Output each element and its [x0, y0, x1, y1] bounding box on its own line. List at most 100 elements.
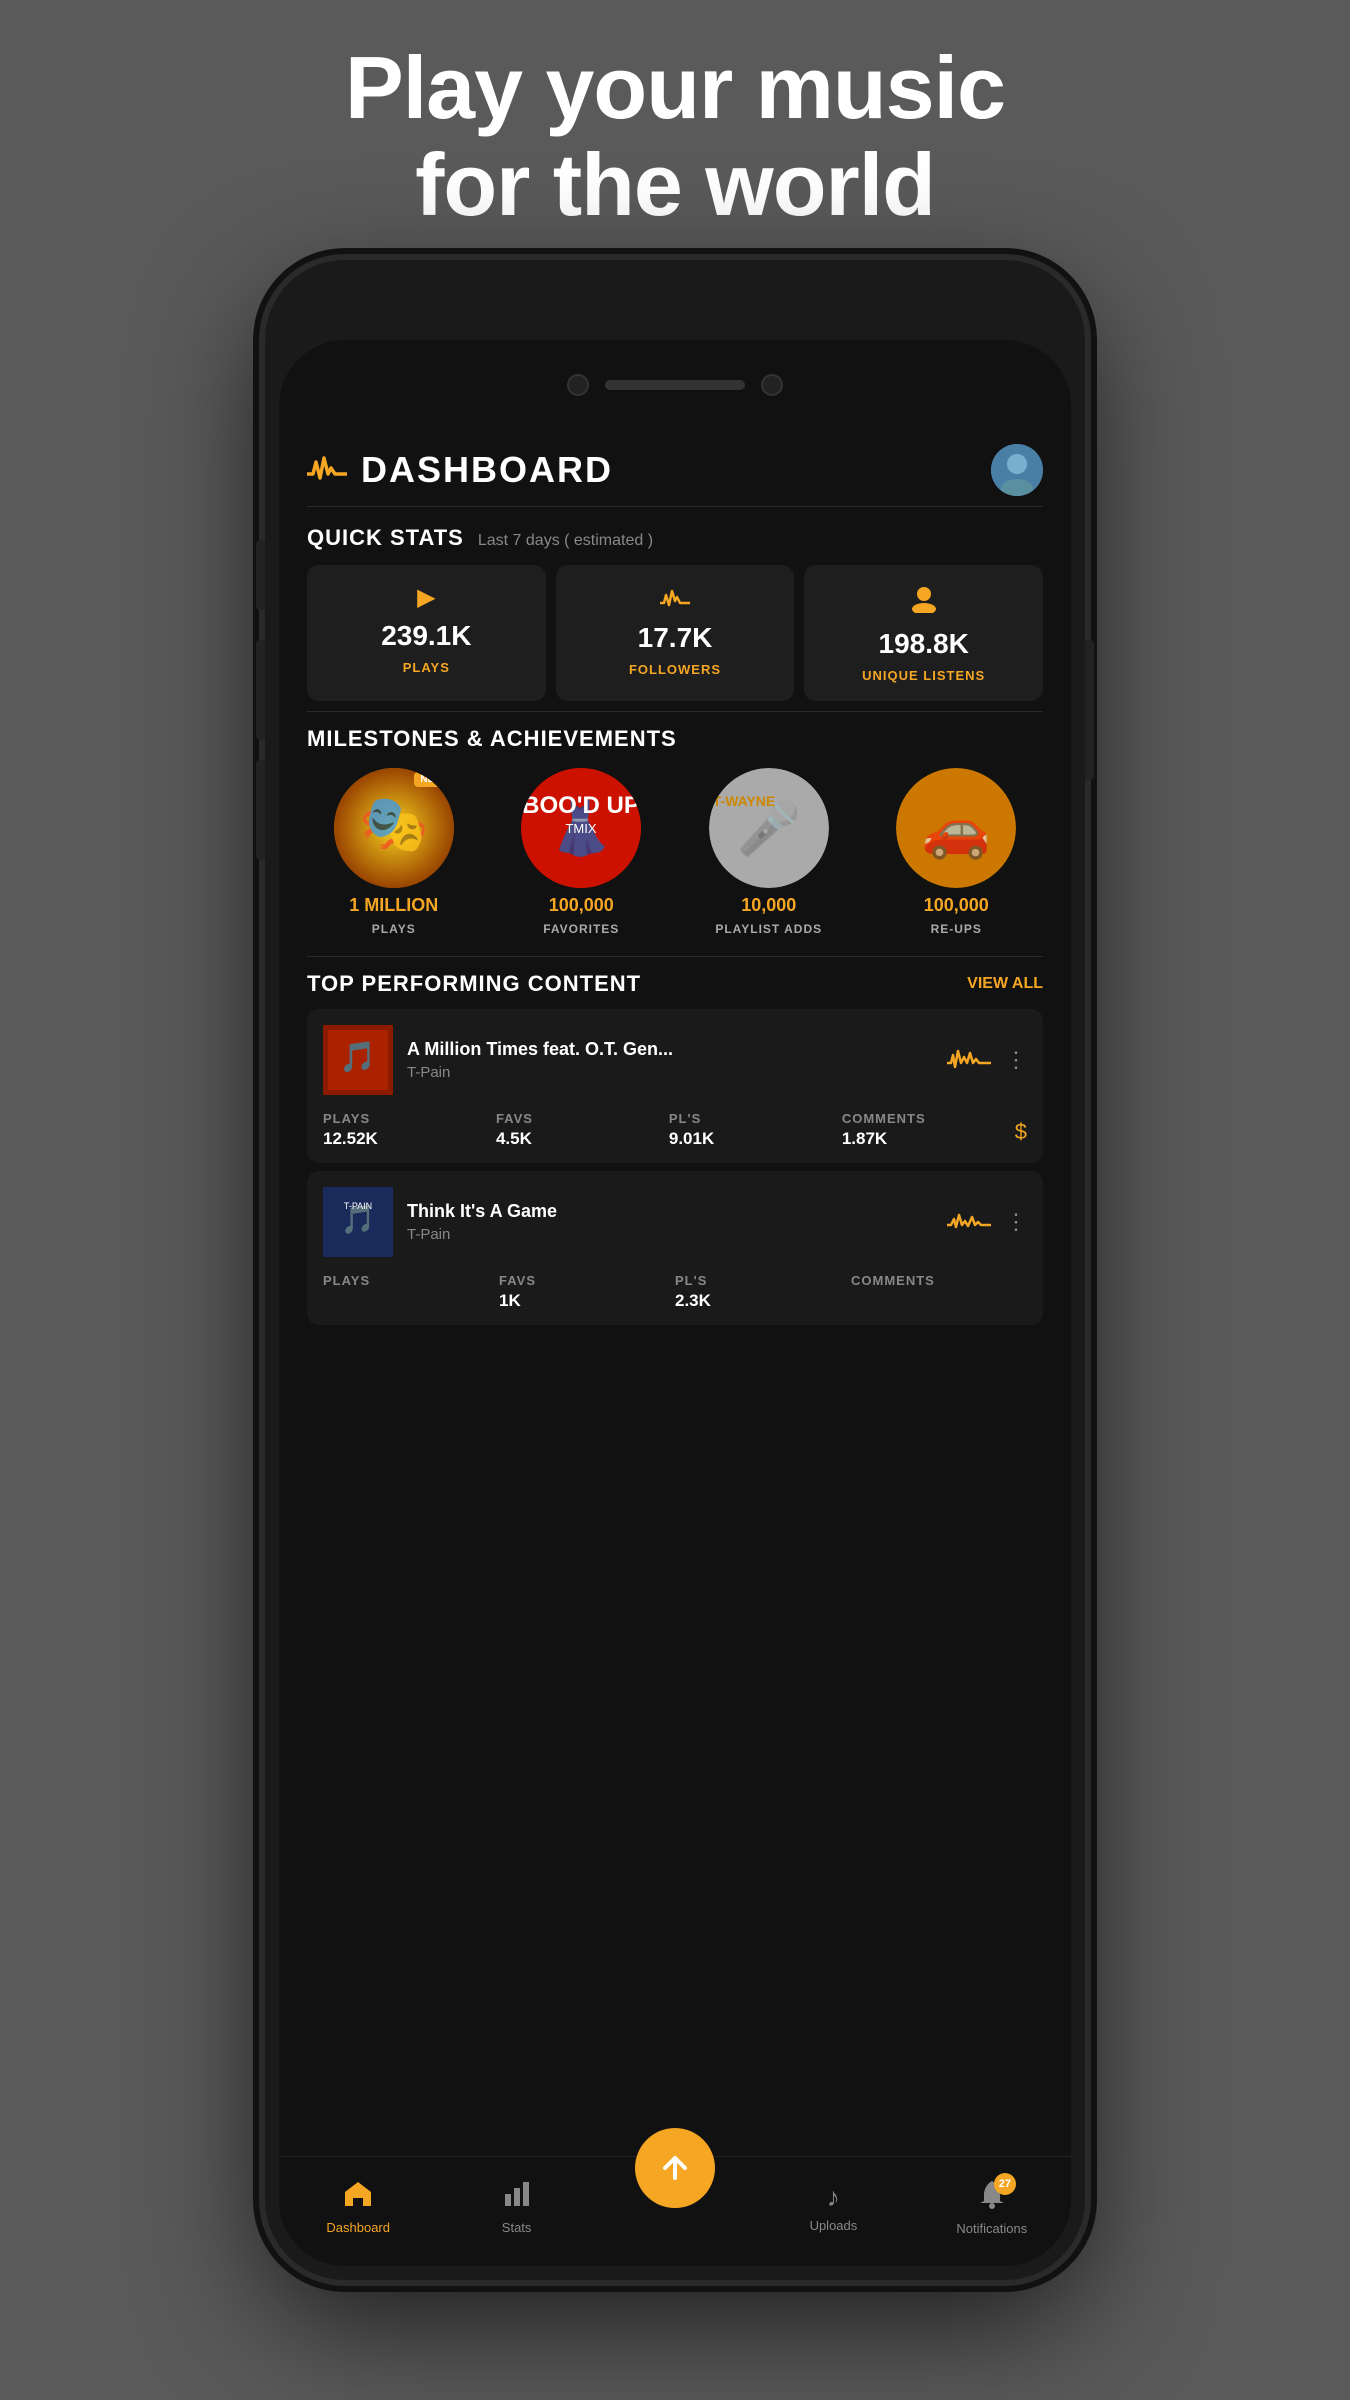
- app-header: DASHBOARD: [279, 430, 1071, 506]
- play-icon: ▶: [417, 583, 435, 612]
- milestone-3-value: 10,000: [741, 896, 796, 914]
- hero-line1: Play your music: [0, 40, 1350, 137]
- plays-label: PLAYS: [403, 660, 450, 675]
- track-1-top-row: 🎵 A Million Times feat. O.T. Gen... T-Pa…: [307, 1009, 1043, 1105]
- uploads-nav-icon: ♪: [827, 2182, 840, 2213]
- dashboard-nav-icon: [343, 2180, 373, 2215]
- track-1-plays-label: PLAYS: [323, 1111, 496, 1126]
- svg-text:BOO'D UP: BOO'D UP: [522, 792, 640, 819]
- track-2-favs-value: 1K: [499, 1291, 675, 1311]
- track-1-artist: T-Pain: [407, 1064, 933, 1081]
- milestone-1-label: PLAYS: [372, 922, 416, 936]
- quick-stats-section: QUICK STATS Last 7 days ( estimated ) ▶ …: [279, 507, 1071, 711]
- nav-item-dashboard[interactable]: Dashboard: [279, 2180, 437, 2243]
- dollar-icon: $: [1015, 1119, 1027, 1145]
- track-1-stats-row: PLAYS 12.52K FAVS 4.5K PL'S 9.01K: [307, 1105, 1043, 1163]
- stat-card-unique-listens: 198.8K UNIQUE LISTENS: [804, 565, 1043, 701]
- track-1-thumbnail: 🎵: [323, 1025, 393, 1095]
- milestone-4-value: 100,000: [924, 896, 989, 914]
- followers-icon: [660, 583, 690, 614]
- track-2-thumbnail: 🎵 T-PAIN: [323, 1187, 393, 1257]
- track-2-stats-row: PLAYS FAVS 1K PL'S 2.3K: [307, 1267, 1043, 1325]
- track-2-stat-favs: FAVS 1K: [499, 1273, 675, 1311]
- phone-speaker: [605, 380, 745, 390]
- notifications-nav-icon: 27: [978, 2179, 1006, 2216]
- track-2-artist: T-Pain: [407, 1226, 933, 1243]
- unique-listens-value: 198.8K: [879, 628, 969, 660]
- track-2-pls-value: 2.3K: [675, 1291, 851, 1311]
- uploads-nav-label: Uploads: [810, 2218, 858, 2233]
- milestone-3-label: PLAYLIST ADDS: [715, 922, 822, 936]
- track-2-more-icon[interactable]: ⋮: [1005, 1209, 1027, 1235]
- milestone-100k-favorites[interactable]: 👗 BOO'D UP TMIX 100,000 FAVORITES: [495, 768, 669, 936]
- nav-item-notifications[interactable]: 27 Notifications: [913, 2179, 1071, 2244]
- track-1-comments-label: COMMENTS: [842, 1111, 1015, 1126]
- stats-nav-label: Stats: [502, 2220, 532, 2235]
- track-1-pls-value: 9.01K: [669, 1129, 842, 1149]
- milestones-section: MILESTONES & ACHIEVEMENTS 🎭: [279, 712, 1071, 946]
- view-all-button[interactable]: VIEW ALL: [967, 975, 1043, 993]
- milestone-10k-playlist-adds[interactable]: 🎤 T-WAYNE 10,000 PLAYLIST ADDS: [682, 768, 856, 936]
- phone-notch-area: [279, 340, 1071, 430]
- app-logo-icon: [307, 454, 347, 487]
- track-2-top-row: 🎵 T-PAIN Think It's A Game T-Pain: [307, 1171, 1043, 1267]
- track-1-plays-value: 12.52K: [323, 1129, 496, 1149]
- stats-nav-icon: [503, 2180, 531, 2215]
- track-card-2: 🎵 T-PAIN Think It's A Game T-Pain: [307, 1171, 1043, 1325]
- nav-item-stats[interactable]: Stats: [437, 2180, 595, 2243]
- milestone-1-million-plays[interactable]: 🎭 NEW 1 MILLION PLAYS: [307, 768, 481, 936]
- track-1-info: A Million Times feat. O.T. Gen... T-Pain: [407, 1039, 933, 1081]
- upload-fab-button[interactable]: [635, 2128, 715, 2208]
- notifications-nav-label: Notifications: [956, 2221, 1027, 2236]
- milestone-circle-2: 👗 BOO'D UP TMIX: [521, 768, 641, 888]
- plays-value: 239.1K: [381, 620, 471, 652]
- quick-stats-header: QUICK STATS Last 7 days ( estimated ): [307, 525, 1043, 551]
- track-1-stat-pls: PL'S 9.01K: [669, 1111, 842, 1149]
- phone-camera-right: [761, 374, 783, 396]
- track-1-name: A Million Times feat. O.T. Gen...: [407, 1039, 933, 1060]
- milestone-100k-reups[interactable]: 🚗 100,000 RE-UPS: [870, 768, 1044, 936]
- followers-label: FOLLOWERS: [629, 662, 721, 677]
- dashboard-nav-label: Dashboard: [326, 2220, 390, 2235]
- top-performing-section: TOP PERFORMING CONTENT VIEW ALL 🎵: [279, 957, 1071, 1325]
- track-2-waveform-icon[interactable]: [947, 1207, 991, 1237]
- phone-button-mute: [256, 540, 265, 610]
- top-content-title: TOP PERFORMING CONTENT: [307, 971, 641, 997]
- svg-text:TMIX: TMIX: [566, 821, 597, 836]
- track-2-favs-label: FAVS: [499, 1273, 675, 1288]
- quick-stats-period: Last 7 days ( estimated ): [478, 532, 653, 550]
- nav-item-upload: [596, 2208, 754, 2216]
- top-content-header: TOP PERFORMING CONTENT VIEW ALL: [307, 971, 1043, 997]
- track-1-more-icon[interactable]: ⋮: [1005, 1047, 1027, 1073]
- notification-badge-count: 27: [994, 2173, 1016, 2195]
- svg-text:🎭: 🎭: [359, 792, 429, 855]
- unique-listens-icon: [909, 583, 939, 620]
- nav-item-uploads[interactable]: ♪ Uploads: [754, 2182, 912, 2241]
- phone-button-power: [1085, 640, 1094, 780]
- phone-button-vol-up: [256, 640, 265, 740]
- track-1-pls-label: PL'S: [669, 1111, 842, 1126]
- user-avatar[interactable]: [991, 444, 1043, 496]
- track-1-waveform-icon[interactable]: [947, 1045, 991, 1075]
- milestone-circle-4: 🚗: [896, 768, 1016, 888]
- track-2-actions: ⋮: [947, 1207, 1027, 1237]
- phone-button-vol-down: [256, 760, 265, 860]
- phone-camera-left: [567, 374, 589, 396]
- header-left: DASHBOARD: [307, 449, 613, 491]
- track-1-actions: ⋮: [947, 1045, 1027, 1075]
- milestone-circle-3: 🎤 T-WAYNE: [709, 768, 829, 888]
- milestone-2-value: 100,000: [549, 896, 614, 914]
- followers-value: 17.7K: [638, 622, 713, 654]
- track-2-stat-comments: COMMENTS: [851, 1273, 1027, 1311]
- unique-listens-label: UNIQUE LISTENS: [862, 668, 985, 683]
- stats-row: ▶ 239.1K PLAYS 17.7K F: [307, 565, 1043, 701]
- stat-card-plays: ▶ 239.1K PLAYS: [307, 565, 546, 701]
- stat-card-followers: 17.7K FOLLOWERS: [556, 565, 795, 701]
- svg-text:🎵: 🎵: [339, 1040, 376, 1074]
- new-badge: NEW: [414, 772, 449, 787]
- milestone-1-value: 1 MILLION: [349, 896, 438, 914]
- track-2-info: Think It's A Game T-Pain: [407, 1201, 933, 1243]
- track-2-name: Think It's A Game: [407, 1201, 933, 1222]
- track-2-comments-label: COMMENTS: [851, 1273, 1027, 1288]
- track-2-stat-pls: PL'S 2.3K: [675, 1273, 851, 1311]
